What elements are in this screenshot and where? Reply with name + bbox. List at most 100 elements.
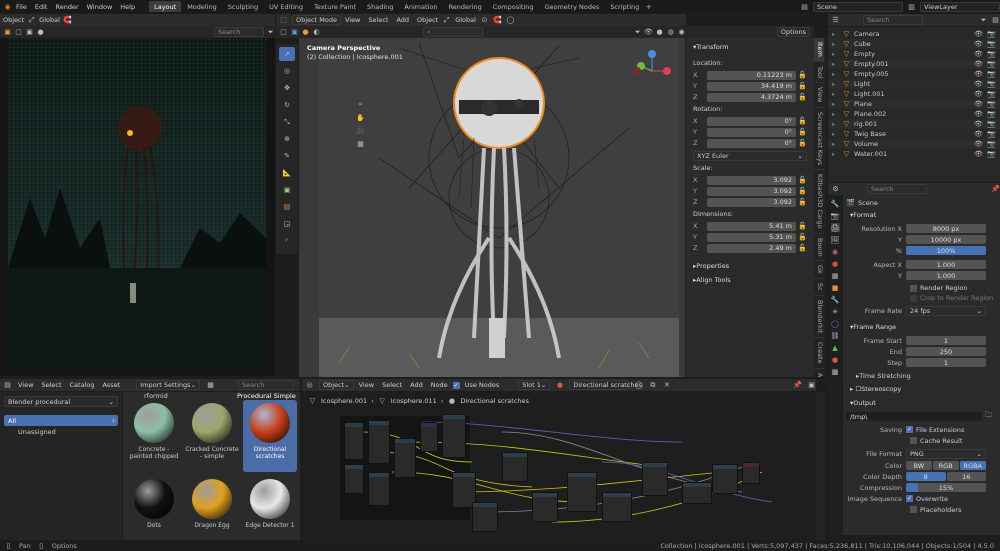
- camera-render-icon[interactable]: 📷: [987, 40, 996, 49]
- display-mode-icon[interactable]: ▦: [206, 381, 215, 390]
- outliner-item[interactable]: ▸ ▽ Cube 👁 📷: [828, 39, 1000, 49]
- visibility-icon[interactable]: 👁: [974, 120, 983, 129]
- visibility-icon[interactable]: 👁: [974, 80, 983, 89]
- overwrite-checkbox[interactable]: ✓: [906, 495, 913, 502]
- visibility-icon[interactable]: 👁: [974, 70, 983, 79]
- outliner-item[interactable]: ▸ ▽ Twig Base 👁 📷: [828, 129, 1000, 139]
- orientation-icon[interactable]: ⤢: [442, 16, 451, 25]
- viewport-menu-view[interactable]: View: [345, 16, 360, 24]
- tab-animation[interactable]: Animation: [399, 1, 442, 12]
- node-menu-node[interactable]: Node: [431, 381, 448, 389]
- node[interactable]: [602, 492, 632, 522]
- color-option-rgb[interactable]: RGB: [932, 461, 959, 470]
- orientation-dropdown[interactable]: Global: [39, 16, 60, 24]
- tab-compositing[interactable]: Compositing: [488, 1, 539, 12]
- tab-sculpting[interactable]: Sculpting: [223, 1, 263, 12]
- camera-render-icon[interactable]: 📷: [987, 140, 996, 149]
- lock-icon[interactable]: 🔓: [798, 82, 807, 91]
- color-depth-option-8[interactable]: 8: [906, 472, 946, 481]
- camera-render-icon[interactable]: 📷: [987, 50, 996, 59]
- shading-icon[interactable]: ●: [36, 28, 45, 37]
- outliner-item[interactable]: ▸ ▽ Empty 👁 📷: [828, 49, 1000, 59]
- tab-geometry-nodes[interactable]: Geometry Nodes: [540, 1, 605, 12]
- lock-icon[interactable]: 🔓: [798, 71, 807, 80]
- object-tab-icon[interactable]: ■: [831, 283, 840, 292]
- move-tool-icon[interactable]: ✥: [279, 81, 295, 95]
- visibility-icon[interactable]: 👁: [974, 140, 983, 149]
- overlay-mode-icon[interactable]: ▣: [290, 28, 299, 37]
- camera-render-icon[interactable]: 📷: [987, 70, 996, 79]
- use-nodes-checkbox[interactable]: ✓: [452, 381, 460, 389]
- dimensions-z-field[interactable]: 2.49 m: [707, 243, 796, 253]
- viewport-orientation-dropdown[interactable]: Global: [455, 16, 476, 24]
- outliner-item[interactable]: ▸ ▽ Plane.002 👁 📷: [828, 109, 1000, 119]
- shading-mode-icon[interactable]: ●: [301, 28, 310, 37]
- node-menu-select[interactable]: Select: [382, 381, 402, 389]
- catalog-unassigned[interactable]: Unassigned: [4, 426, 118, 437]
- outliner-filter-icon[interactable]: ⏷: [979, 16, 988, 25]
- lock-icon[interactable]: 🔓: [798, 233, 807, 242]
- filter-funnel-icon[interactable]: ⏷: [633, 28, 642, 37]
- lock-icon[interactable]: 🔓: [798, 244, 807, 253]
- sidebar-tab-sc[interactable]: Sc: [814, 279, 824, 296]
- node[interactable]: [472, 502, 498, 532]
- asset-menu-view[interactable]: View: [18, 381, 33, 389]
- pin-icon[interactable]: 📌: [991, 185, 1000, 194]
- sidebar-tab-blenderkit[interactable]: Blenderkit: [814, 296, 824, 339]
- time-stretching-subpanel[interactable]: ▸ Time Stretching: [846, 370, 997, 381]
- proportional-edit-icon[interactable]: ◯: [506, 16, 515, 25]
- menu-window[interactable]: Window: [87, 3, 113, 11]
- file-extensions-checkbox[interactable]: ✓: [906, 426, 913, 433]
- add-catalog-icon[interactable]: +: [109, 416, 118, 425]
- material-name-field[interactable]: Directional scratches: [569, 380, 642, 390]
- file-format-dropdown[interactable]: PNG ⌄: [906, 449, 986, 459]
- stereoscopy-panel-header[interactable]: ▸ ☐ Stereoscopy: [846, 383, 997, 395]
- output-path-field[interactable]: /tmp\: [846, 412, 982, 421]
- inset-tool-icon[interactable]: ◲: [279, 217, 295, 231]
- node[interactable]: [344, 422, 364, 460]
- view-layer-icon[interactable]: ▥: [907, 2, 916, 11]
- asset-menu-select[interactable]: Select: [41, 381, 61, 389]
- outliner-item[interactable]: ▸ ▽ Water.001 👁 📷: [828, 149, 1000, 159]
- mode-menu[interactable]: Object: [3, 16, 24, 24]
- options-button[interactable]: Options: [776, 27, 810, 37]
- scene-icon[interactable]: ▤: [800, 2, 809, 11]
- scale-tool-icon[interactable]: ⤡: [279, 115, 295, 129]
- viewport-shading-material-icon[interactable]: ◍: [666, 28, 675, 37]
- visibility-icon[interactable]: 👁: [644, 28, 653, 37]
- fake-user-icon[interactable]: ◯: [634, 381, 643, 390]
- outliner-item[interactable]: ▸ ▽ Camera 👁 📷: [828, 29, 1000, 39]
- rotation-z-field[interactable]: 0°: [707, 138, 796, 148]
- navigation-gizmo[interactable]: [627, 46, 677, 96]
- backdrop-icon[interactable]: ▣: [807, 381, 816, 390]
- format-panel-header[interactable]: ▾ Format: [846, 209, 997, 221]
- asset-library-dropdown[interactable]: Blender procedural ⌄: [4, 396, 118, 407]
- outliner-item[interactable]: ▸ ▽ Light.001 👁 📷: [828, 89, 1000, 99]
- location-z-field[interactable]: 4.3724 m: [707, 92, 796, 102]
- tab-rendering[interactable]: Rendering: [444, 1, 487, 12]
- crop-region-checkbox[interactable]: [910, 294, 917, 302]
- visibility-icon[interactable]: 👁: [974, 50, 983, 59]
- location-y-field[interactable]: 34.419 m: [707, 81, 796, 91]
- object-mode-dropdown[interactable]: Object Mode: [292, 15, 341, 25]
- node[interactable]: [532, 492, 558, 522]
- tab-modeling[interactable]: Modeling: [182, 1, 222, 12]
- select-mode-icon[interactable]: ▣: [25, 28, 34, 37]
- sidebar-tab-view[interactable]: View: [814, 83, 824, 108]
- extrude-tool-icon[interactable]: ▤: [279, 200, 295, 214]
- camera-render-icon[interactable]: 📷: [987, 90, 996, 99]
- node[interactable]: [682, 482, 712, 504]
- camera-render-icon[interactable]: 📷: [987, 100, 996, 109]
- material-preview-icon[interactable]: ●: [555, 381, 564, 390]
- camera-render-icon[interactable]: 📷: [987, 110, 996, 119]
- visibility-icon[interactable]: 👁: [974, 30, 983, 39]
- outliner-item[interactable]: ▸ ▽ rig.001 👁 📷: [828, 119, 1000, 129]
- node[interactable]: [642, 462, 668, 496]
- select-tool-icon[interactable]: ➚: [279, 47, 295, 61]
- color-depth-option-16[interactable]: 16: [946, 472, 986, 481]
- data-tab-icon[interactable]: ▲: [831, 343, 840, 352]
- tab-layout[interactable]: Layout: [149, 1, 182, 12]
- visibility-icon[interactable]: 👁: [974, 60, 983, 69]
- render-canvas[interactable]: [0, 38, 275, 376]
- sidebar-tab-tool[interactable]: Tool: [814, 62, 824, 84]
